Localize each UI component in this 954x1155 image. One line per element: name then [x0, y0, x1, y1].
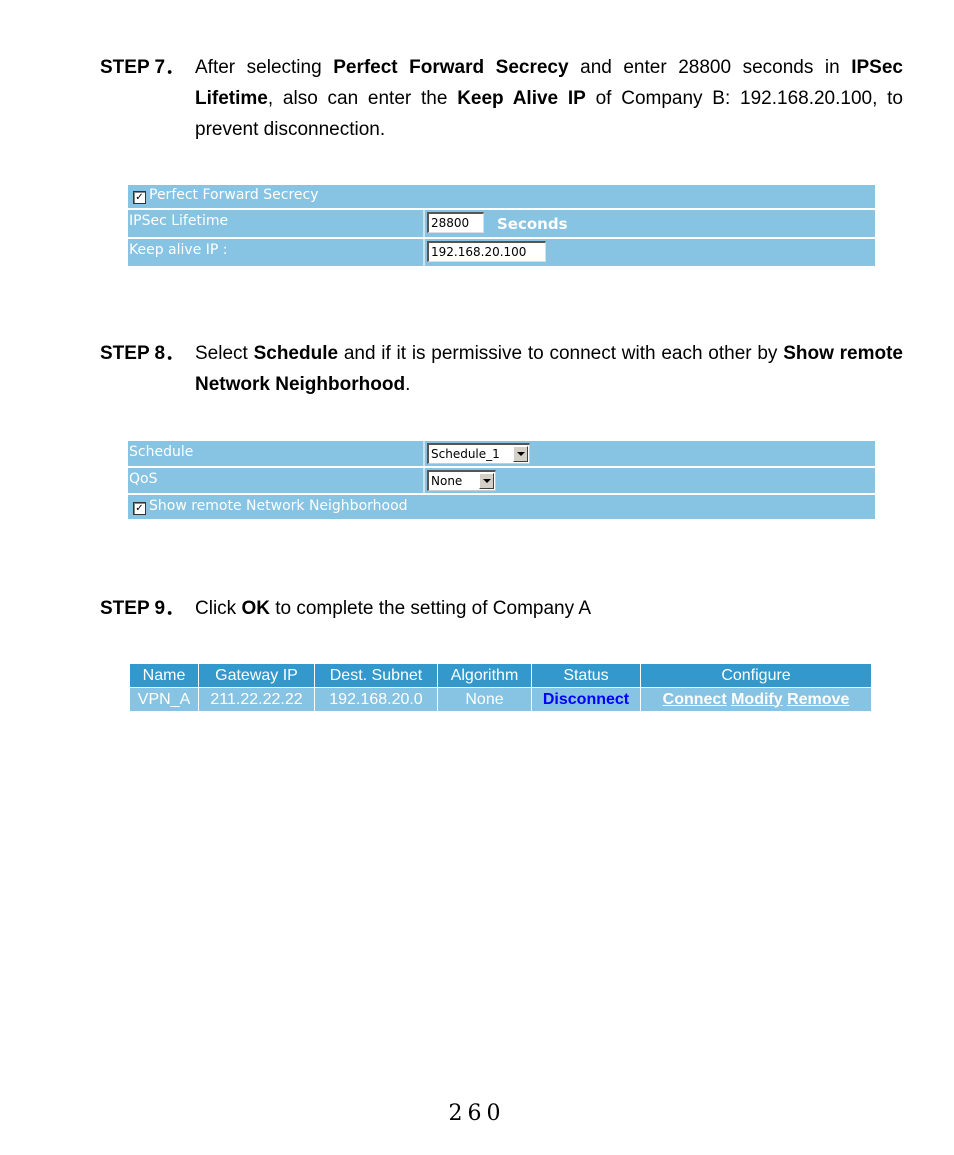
column-header: Algorithm	[437, 663, 532, 688]
step-text: After selecting Perfect Forward Secrecy …	[195, 52, 903, 145]
pfs-label: Perfect Forward Secrecy	[149, 187, 319, 203]
lifetime-input[interactable]: 28800	[427, 212, 484, 233]
step-text-segment: After selecting	[195, 57, 334, 78]
step-text-bold: Keep Alive IP	[457, 88, 586, 109]
schedule-settings-panel: Schedule Schedule_1 QoS None ✓ Show remot…	[128, 441, 875, 519]
lifetime-row: IPSec Lifetime 28800 Seconds	[128, 210, 875, 237]
step-text-segment: Select	[195, 343, 254, 364]
vpn-table: Name Gateway IP Dest. Subnet Algorithm S…	[129, 663, 872, 712]
step-text: Select Schedule and if it is permissive …	[195, 338, 903, 400]
lifetime-unit: Seconds	[497, 215, 568, 233]
step-text: Click OK to complete the setting of Comp…	[195, 593, 903, 624]
step-text-segment: Click	[195, 598, 242, 619]
step-7: STEP 7． After selecting Perfect Forward …	[100, 52, 903, 145]
step-text-segment: to complete the setting of Company A	[269, 598, 592, 619]
schedule-selected-value: Schedule_1	[431, 447, 500, 461]
pfs-checkbox[interactable]: ✓	[133, 191, 146, 204]
keepalive-row: Keep alive IP : 192.168.20.100	[128, 239, 875, 266]
step-label: STEP 7．	[100, 57, 185, 78]
step-text-segment: .	[405, 374, 411, 395]
column-header: Status	[531, 663, 641, 688]
schedule-select[interactable]: Schedule_1	[427, 443, 530, 464]
neighborhood-label: Show remote Network Neighborhood	[149, 498, 408, 514]
vpn-gateway-ip: 211.22.22.22	[198, 687, 315, 712]
column-header: Gateway IP	[198, 663, 315, 688]
step-text-bold: OK	[241, 598, 270, 619]
vpn-name: VPN_A	[129, 687, 199, 712]
neighborhood-checkbox[interactable]: ✓	[133, 502, 146, 515]
step-text-segment: and if it is permissive to connect with …	[338, 343, 784, 364]
step-label: STEP 9．	[100, 598, 185, 619]
keepalive-input[interactable]: 192.168.20.100	[427, 241, 546, 262]
chevron-down-icon[interactable]	[479, 473, 494, 489]
column-header: Name	[129, 663, 199, 688]
table-header-row: Name Gateway IP Dest. Subnet Algorithm S…	[129, 663, 872, 688]
vpn-status: Disconnect	[531, 687, 641, 712]
schedule-label: Schedule	[129, 444, 194, 460]
vpn-dest-subnet: 192.168.20.0	[314, 687, 438, 712]
qos-label: QoS	[129, 471, 158, 487]
step-text-bold: Perfect Forward Secrecy	[333, 57, 569, 78]
neighborhood-row: ✓ Show remote Network Neighborhood	[128, 495, 875, 519]
security-settings-panel: ✓ Perfect Forward Secrecy IPSec Lifetime …	[128, 185, 875, 266]
schedule-row: Schedule Schedule_1	[128, 441, 875, 466]
page-number: 260	[448, 1101, 506, 1126]
step-label: STEP 8．	[100, 343, 185, 364]
connect-link[interactable]: Connect	[663, 691, 727, 708]
qos-select[interactable]: None	[427, 470, 496, 491]
column-header: Dest. Subnet	[314, 663, 438, 688]
step-text-segment: and enter 28800 seconds in	[568, 57, 852, 78]
pfs-row: ✓ Perfect Forward Secrecy	[128, 185, 875, 208]
lifetime-label: IPSec Lifetime	[129, 213, 229, 229]
step-text-bold: Schedule	[253, 343, 339, 364]
vpn-configure-cell: Connect Modify Remove	[640, 687, 872, 712]
step-9: STEP 9． Click OK to complete the setting…	[100, 593, 903, 624]
step-text-segment: , also can enter the	[267, 88, 458, 109]
column-header: Configure	[640, 663, 872, 688]
table-row: VPN_A 211.22.22.22 192.168.20.0 None Dis…	[129, 687, 872, 712]
keepalive-label: Keep alive IP :	[129, 242, 228, 258]
modify-link[interactable]: Modify	[731, 691, 783, 708]
step-8: STEP 8． Select Schedule and if it is per…	[100, 338, 903, 400]
qos-selected-value: None	[431, 474, 463, 488]
remove-link[interactable]: Remove	[787, 691, 849, 708]
qos-row: QoS None	[128, 468, 875, 493]
chevron-down-icon[interactable]	[513, 446, 528, 462]
vpn-algorithm: None	[437, 687, 532, 712]
